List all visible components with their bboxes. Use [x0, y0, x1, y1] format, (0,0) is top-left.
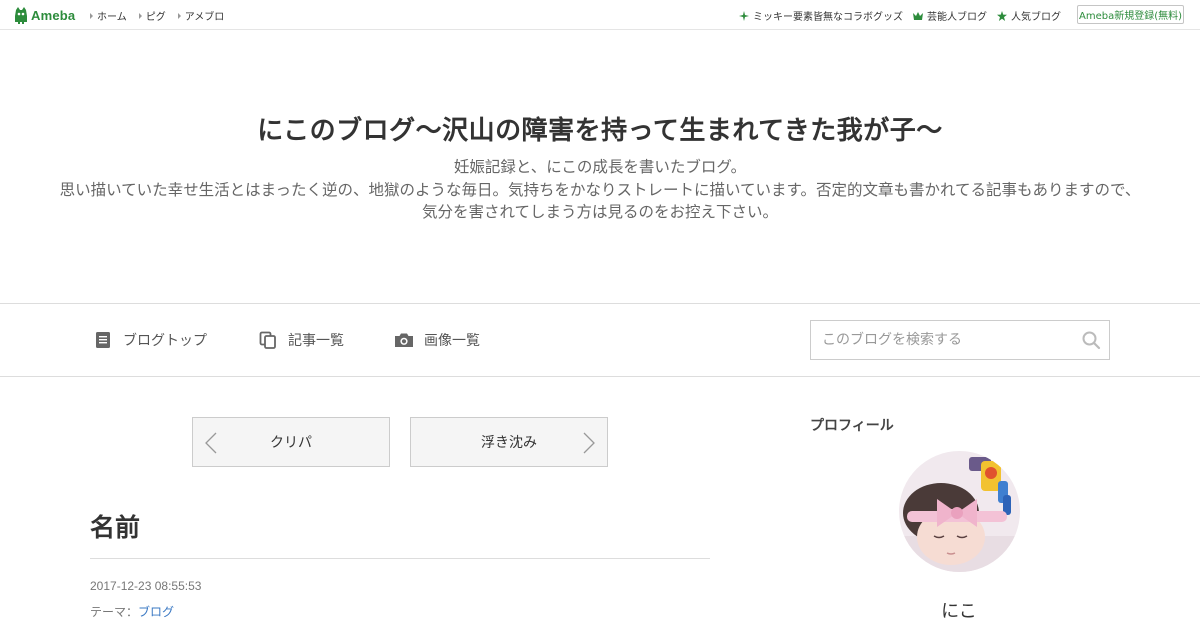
next-entry-button[interactable]: 浮き沈み: [410, 417, 608, 467]
featured-link-collab-goods[interactable]: ミッキー要素皆無なコラボグッズ: [739, 8, 903, 23]
featured-link-label: ミッキー要素皆無なコラボグッズ: [753, 12, 903, 23]
entry-theme: テーマ：ブログ: [90, 603, 174, 620]
blog-description: 妊娠記録と、にこの成長を書いたブログ。 思い描いていた幸せ生活とはまったく逆の、…: [0, 156, 1200, 224]
featured-link-celebrity-blogs[interactable]: 芸能人ブログ: [913, 8, 987, 23]
featured-link-label: 芸能人ブログ: [927, 12, 987, 23]
logo-text: Ameba: [31, 7, 76, 23]
nav-entry-list[interactable]: 記事一覧: [258, 330, 344, 350]
profile-heading: プロフィール: [810, 418, 894, 434]
document-icon: [96, 332, 110, 348]
nav-label: 記事一覧: [288, 333, 344, 349]
blog-description-line: 思い描いていた幸せ生活とはまったく逆の、地獄のような毎日。気持ちをかなりストレー…: [59, 180, 1141, 199]
copy-icon: [259, 331, 276, 349]
register-button[interactable]: Ameba新規登録(無料): [1077, 5, 1184, 24]
profile-name[interactable]: にこ: [899, 597, 1019, 623]
triangle-icon: [138, 12, 142, 19]
triangle-icon: [90, 12, 93, 19]
nav-label: ブログトップ: [123, 333, 207, 349]
blog-nav: ブログトップ 記事一覧 画像一覧: [0, 303, 1200, 377]
featured-link-popular-blogs[interactable]: 人気ブログ: [997, 8, 1061, 23]
global-nav: ホーム ピグ アメブロ: [90, 8, 224, 23]
nav-link-label: ホーム: [97, 12, 127, 23]
nav-link-label: アメブロ: [184, 12, 225, 23]
blog-header: にこのブログ～沢山の障害を持って生まれてきた我が子～ 妊娠記録と、にこの成長を書…: [0, 30, 1200, 303]
entry-title[interactable]: 名前: [90, 508, 140, 544]
ameba-mascot-icon: [15, 7, 27, 24]
avatar-photo: [899, 451, 1020, 572]
nav-label: 画像一覧: [424, 333, 480, 349]
entry-divider: [90, 558, 710, 559]
nav-blog-top[interactable]: ブログトップ: [93, 330, 207, 350]
chevron-right-icon: [583, 432, 595, 454]
sparkle-icon: [739, 10, 749, 21]
entry-date: 2017-12-23 08:55:53: [90, 579, 202, 593]
avatar[interactable]: [899, 451, 1020, 572]
search-input[interactable]: [811, 321, 1071, 359]
search-icon[interactable]: [1081, 330, 1101, 350]
star-icon: [997, 10, 1007, 21]
nav-image-list[interactable]: 画像一覧: [394, 330, 480, 350]
nav-link-label: ピグ: [145, 12, 166, 23]
blog-description-line: 妊娠記録と、にこの成長を書いたブログ。: [453, 158, 747, 176]
blog-search: [810, 320, 1110, 360]
triangle-icon: [177, 12, 181, 19]
prev-entry-label: クリパ: [270, 435, 312, 451]
chevron-left-icon: [205, 432, 217, 454]
featured-link-label: 人気ブログ: [1011, 12, 1061, 23]
crown-icon: [913, 11, 923, 20]
nav-link-home[interactable]: ホーム: [90, 8, 127, 23]
global-header: Ameba ホーム ピグ アメブロ ミッキー要素皆無なコラボグッズ 芸能人ブログ…: [0, 0, 1200, 30]
next-entry-label: 浮き沈み: [481, 435, 537, 451]
blog-title[interactable]: にこのブログ～沢山の障害を持って生まれてきた我が子～: [0, 110, 1200, 147]
camera-icon: [395, 333, 413, 347]
nav-link-pigg[interactable]: ピグ: [138, 8, 166, 23]
ameba-logo[interactable]: Ameba: [14, 6, 75, 24]
entry-theme-prefix: テーマ：: [90, 605, 139, 619]
featured-links: ミッキー要素皆無なコラボグッズ 芸能人ブログ 人気ブログ: [739, 8, 1061, 23]
blog-description-line: 気分を害されてしまう方は見るのをお控え下さい。: [421, 203, 779, 221]
nav-link-ameblo[interactable]: アメブロ: [177, 8, 225, 23]
entry-theme-link[interactable]: ブログ: [138, 605, 174, 619]
prev-entry-button[interactable]: クリパ: [192, 417, 390, 467]
